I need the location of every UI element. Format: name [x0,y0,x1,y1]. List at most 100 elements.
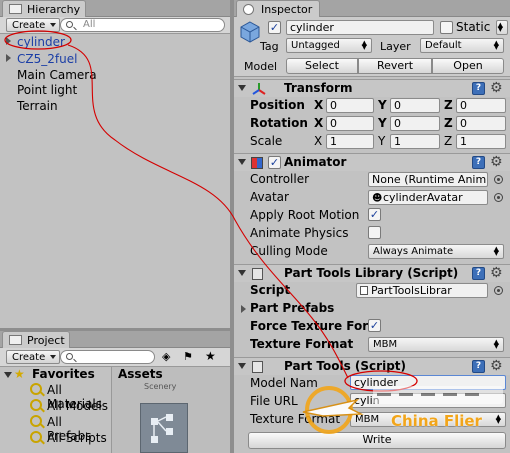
parttools-header[interactable]: Part Tools (Script) ? ⚙ [234,357,510,375]
rotation-x-field[interactable]: 0 [326,116,374,131]
apply-root-motion-checkbox[interactable]: ✓ [368,208,381,221]
transform-body: Position X 0 Y 0 Z 0 Rotation X 0 Y 0 Z … [234,97,510,151]
asset-prefab-thumbnail[interactable] [140,403,188,453]
tag-dropdown[interactable]: Untagged ▲ ▼ [286,38,372,53]
position-x-field[interactable]: 0 [326,98,374,113]
hierarchy-search-input[interactable]: All [60,18,225,32]
library-texture-format-dropdown[interactable]: MBM ▲ ▼ [368,337,504,352]
rotation-z-field[interactable]: 0 [456,116,506,131]
model-select-button[interactable]: Select [286,58,358,74]
hierarchy-item-point-light[interactable]: Point light [17,83,77,97]
search-favorite-icon [30,415,42,427]
search-icon [66,353,73,360]
library-script-field[interactable]: PartToolsLibrar [356,283,488,298]
culling-mode-dropdown[interactable]: Always Animate ▲ ▼ [368,244,504,259]
object-picker-icon[interactable] [494,175,503,184]
help-icon[interactable]: ? [472,267,485,280]
static-checkbox[interactable] [440,21,453,34]
controller-field[interactable]: None (Runtime Anim [368,172,488,187]
expand-arrow-icon[interactable] [241,305,246,313]
scale-label: Scale [250,134,283,148]
model-name-label: Model Nam [250,376,318,390]
info-icon [243,4,254,15]
hierarchy-item-terrain[interactable]: Terrain [17,99,58,113]
inspector-tabbar: Inspector [234,0,510,17]
tag-value: Untagged [291,40,340,51]
tag-label: Tag [260,40,279,53]
static-dropdown[interactable]: ▲ ▼ [496,20,508,35]
search-favorite-icon [30,383,42,395]
search-favorite-icon [30,399,42,411]
position-z-field[interactable]: 0 [456,98,506,113]
project-panel: Project Create ◈ ⚑ ★ ★ Favorites All Mat… [0,331,230,453]
help-icon[interactable]: ? [472,156,485,169]
avatar-label: Avatar [250,190,289,204]
hierarchy-panel: Hierarchy Create All cylinder CZ5_2fuel … [0,0,230,328]
animate-physics-checkbox[interactable] [368,226,381,239]
favorites-label: Favorites [32,367,95,381]
help-icon[interactable]: ? [472,360,485,373]
object-picker-icon[interactable] [494,193,503,202]
position-x-label: X [314,98,324,112]
rotation-y-field[interactable]: 0 [390,116,440,131]
favorite-all-scripts[interactable]: All Scripts [47,431,107,445]
filter-label-icon[interactable]: ⚑ [183,350,193,363]
script-icon [252,268,263,280]
hierarchy-item-cylinder[interactable]: cylinder [17,35,65,49]
favorite-star-icon[interactable]: ★ [205,349,216,363]
inspector-tab[interactable]: Inspector [236,0,320,17]
library-script-value: PartToolsLibrar [371,284,452,297]
layer-dropdown[interactable]: Default ▲ ▼ [420,38,504,53]
help-icon[interactable]: ? [472,82,485,95]
filter-type-icon[interactable]: ◈ [162,350,170,363]
model-open-button[interactable]: Open [432,58,504,74]
animator-enabled-checkbox[interactable]: ✓ [268,156,281,169]
horizontal-splitter[interactable] [0,328,230,331]
library-body: Script PartToolsLibrar Part Prefabs Forc… [234,282,510,356]
write-button[interactable]: Write [248,432,506,449]
gear-icon[interactable]: ⚙ [490,154,503,170]
vertical-splitter[interactable] [230,0,234,453]
parttools-texture-format-value: MBM [355,414,380,425]
model-name-field[interactable]: cylinder [350,375,506,390]
layer-label: Layer [380,40,411,53]
transform-header[interactable]: Transform ? ⚙ [234,79,510,97]
scale-z-field[interactable]: 1 [456,134,506,149]
hierarchy-tab[interactable]: Hierarchy [2,0,86,17]
collapse-arrow-icon [238,159,246,165]
file-url-field[interactable]: cylin [350,393,506,408]
expand-arrow-icon[interactable] [6,54,11,62]
project-tab[interactable]: Project [2,331,70,348]
object-picker-icon[interactable] [494,286,503,295]
library-header[interactable]: Part Tools Library (Script) ? ⚙ [234,264,510,282]
scale-y-field[interactable]: 1 [390,134,440,149]
hierarchy-item-main-camera[interactable]: Main Camera [17,68,97,82]
rotation-z-label: Z [444,116,453,130]
scale-x-field[interactable]: 1 [326,134,374,149]
library-texture-format-value: MBM [373,339,398,350]
parttools-texture-format-dropdown[interactable]: MBM ▲ ▼ [350,412,506,427]
project-toolbar: Create ◈ ⚑ ★ [0,348,230,367]
project-search-input[interactable] [60,350,155,364]
model-revert-button[interactable]: Revert [358,58,432,74]
object-name-field[interactable]: cylinder [286,20,434,35]
gear-icon[interactable]: ⚙ [490,265,503,281]
position-y-field[interactable]: 0 [390,98,440,113]
animator-header[interactable]: ✓ Animator ? ⚙ [234,153,510,171]
project-tab-label: Project [27,334,65,347]
project-create-button[interactable]: Create [6,350,61,364]
library-texture-format-label: Texture Format [250,337,354,351]
favorite-all-models[interactable]: All Models [47,399,108,413]
collapse-arrow-icon [238,363,246,369]
gear-icon[interactable]: ⚙ [490,358,503,374]
hierarchy-create-button[interactable]: Create [6,18,61,32]
avatar-field[interactable]: ☻ cylinderAvatar [368,190,488,205]
rotation-x-label: X [314,116,324,130]
hierarchy-item-cz5[interactable]: CZ5_2fuel [17,52,77,66]
folder-icon [9,335,22,345]
active-checkbox[interactable]: ✓ [268,21,281,34]
gear-icon[interactable]: ⚙ [490,80,503,96]
force-texture-checkbox[interactable]: ✓ [368,319,381,332]
collapse-arrow-icon[interactable] [4,372,12,378]
expand-arrow-icon[interactable] [6,37,11,45]
